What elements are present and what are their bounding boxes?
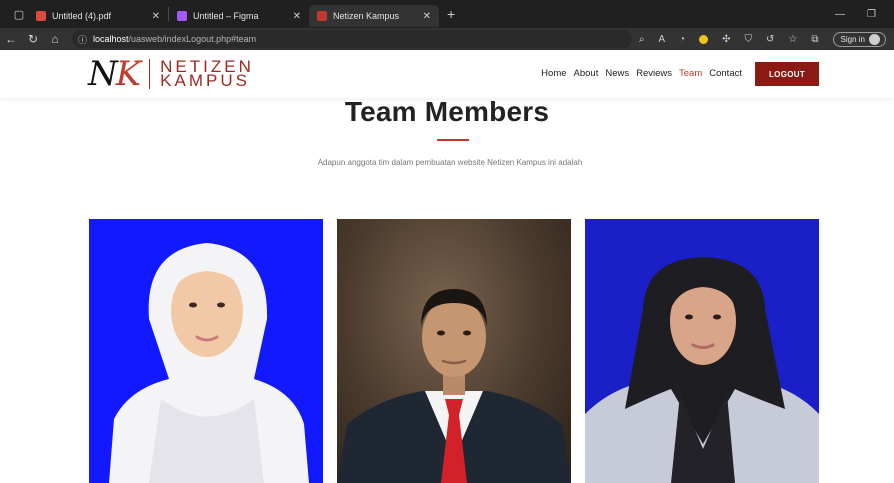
logo-line-2: KAMPUS	[160, 71, 250, 90]
tracking-icon[interactable]: ◔	[679, 34, 685, 45]
browser-tab-bar: ▢ Untitled (4).pdf ✕ Untitled – Figma ✕ …	[0, 0, 894, 28]
refresh-extension-icon[interactable]: ↺	[766, 34, 774, 45]
team-member-photo-1	[89, 219, 323, 483]
close-icon[interactable]: ✕	[423, 11, 431, 22]
main-nav: Home About News Reviews Team Contact	[541, 68, 742, 79]
nav-item-about[interactable]: About	[574, 68, 599, 79]
minimize-icon[interactable]: —	[835, 9, 845, 20]
browser-tab-netizen-kampus[interactable]: Netizen Kampus ✕	[309, 5, 439, 27]
tab-title: Untitled – Figma	[193, 11, 259, 21]
restore-icon[interactable]: ❐	[867, 9, 876, 20]
browser-address-bar: ← ↻ ⌂ ⓘ localhost /uasweb/indexLogout.ph…	[0, 28, 894, 50]
collections-icon[interactable]: ⧉	[811, 34, 818, 45]
team-member-photo-2	[337, 219, 571, 483]
url-host: localhost	[93, 34, 129, 44]
refresh-icon[interactable]: ↻	[22, 32, 44, 46]
nav-item-contact[interactable]: Contact	[709, 68, 742, 79]
site-header: NK NETIZEN KAMPUS Home About News Review…	[0, 50, 894, 98]
tab-title: Untitled (4).pdf	[52, 11, 112, 21]
logo-wordmark: NETIZEN KAMPUS	[160, 58, 254, 90]
team-member-photo-3	[585, 219, 819, 483]
member-portrait	[585, 257, 819, 483]
read-aloud-icon[interactable]: A	[658, 34, 665, 45]
site-logo[interactable]: NK NETIZEN KAMPUS	[88, 54, 254, 94]
nav-item-home[interactable]: Home	[541, 68, 566, 79]
browser-tab-figma[interactable]: Untitled – Figma ✕	[169, 5, 309, 27]
figma-icon	[177, 11, 187, 21]
favorites-icon[interactable]: ☆	[788, 34, 797, 45]
browser-tab-pdf[interactable]: Untitled (4).pdf ✕	[28, 5, 168, 27]
url-path: /uasweb/indexLogout.php#team	[128, 34, 257, 44]
logo-divider	[149, 59, 151, 89]
nav-item-reviews[interactable]: Reviews	[636, 68, 672, 79]
title-underline	[437, 139, 469, 141]
member-portrait	[337, 289, 571, 483]
signin-button[interactable]: Sign in	[832, 31, 886, 47]
tab-actions-icon[interactable]: ▢	[10, 0, 28, 28]
nav-item-team[interactable]: Team	[679, 68, 702, 79]
nav-item-news[interactable]: News	[605, 68, 629, 79]
puzzle-icon[interactable]: ✣	[722, 34, 730, 45]
logout-button[interactable]: LOGOUT	[755, 62, 819, 86]
logo-mark: NK	[88, 54, 141, 94]
avatar	[869, 33, 880, 45]
new-tab-icon[interactable]: +	[447, 6, 455, 22]
site-favicon-icon	[317, 11, 327, 21]
window-controls: — ❐	[835, 9, 876, 20]
info-icon[interactable]: ⓘ	[78, 33, 87, 46]
close-icon[interactable]: ✕	[152, 11, 160, 22]
back-icon[interactable]: ←	[0, 32, 22, 46]
member-portrait	[109, 243, 309, 483]
url-field[interactable]: ⓘ localhost /uasweb/indexLogout.php#team	[72, 30, 632, 48]
close-icon[interactable]: ✕	[293, 11, 301, 22]
signin-label: Sign in	[840, 34, 865, 44]
section-title: Team Members	[344, 96, 550, 127]
shield-icon[interactable]: ⛉	[745, 34, 753, 45]
pdf-icon	[36, 11, 46, 21]
search-icon[interactable]: ⌕	[639, 34, 645, 45]
home-icon[interactable]: ⌂	[44, 32, 66, 46]
extension-toolbar: ⌕ A ◔ ✣ ⛉ ↺ ☆ ⧉ Sign in	[639, 31, 886, 47]
extension-icon[interactable]	[699, 34, 709, 44]
section-description: Adapun anggota tim dalam pembuatan websi…	[317, 158, 583, 167]
tab-title: Netizen Kampus	[333, 11, 400, 21]
